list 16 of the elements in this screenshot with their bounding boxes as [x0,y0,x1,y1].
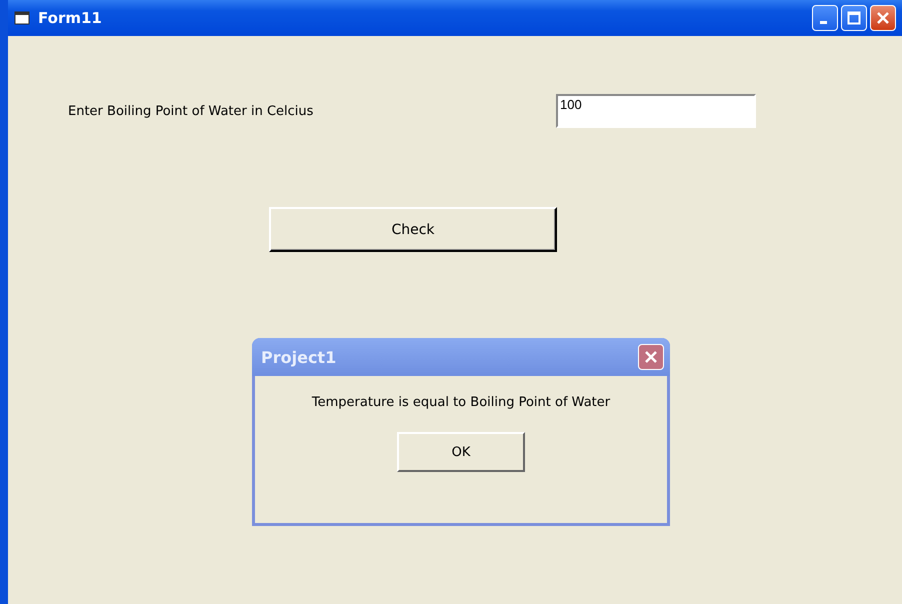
dialog-message: Temperature is equal to Boiling Point of Water [312,395,610,410]
temperature-input[interactable]: 100 [556,94,756,128]
window-title: Form11 [38,9,103,27]
field-label: Enter Boiling Point of Water in Celcius [68,104,314,118]
maximize-icon [847,11,861,25]
close-button[interactable] [870,5,896,31]
check-button[interactable]: Check [269,207,557,252]
minimize-button[interactable] [812,5,838,31]
close-icon [876,11,890,25]
minimize-icon [820,20,827,24]
ok-button[interactable]: OK [397,432,525,472]
window-icon [14,11,30,25]
dialog-title: Project1 [261,348,338,366]
maximize-button[interactable] [841,5,867,31]
close-icon [644,350,658,364]
close-button[interactable] [638,344,664,370]
